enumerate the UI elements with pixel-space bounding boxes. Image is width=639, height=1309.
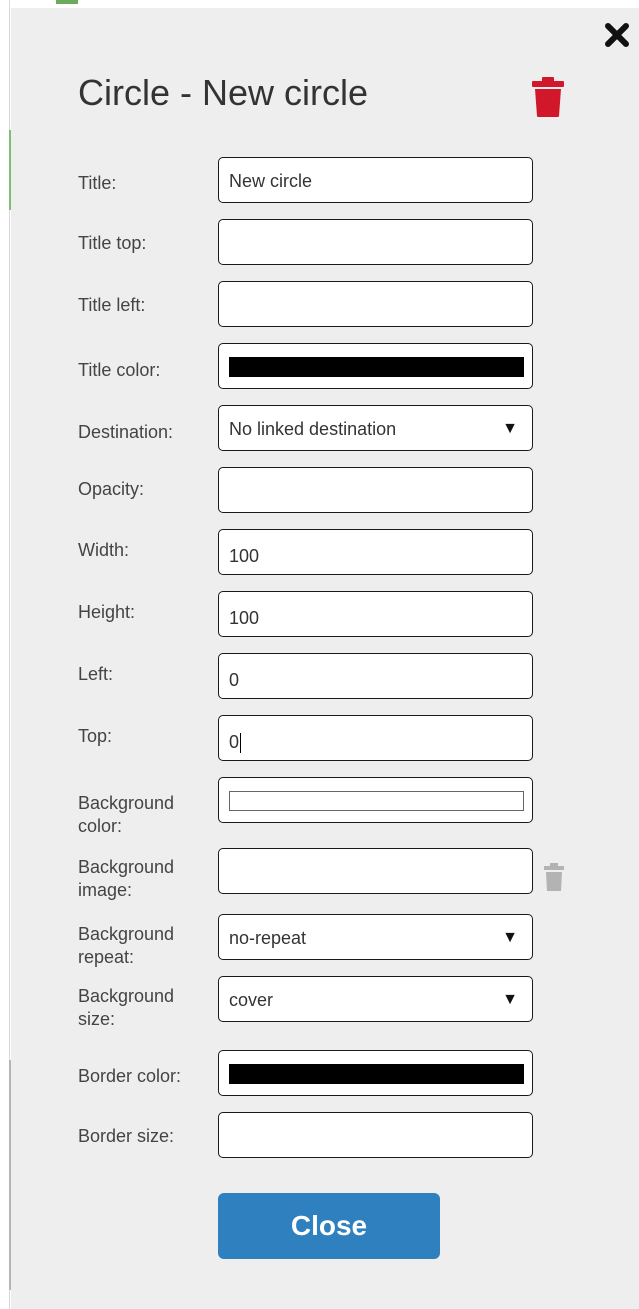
background-image-label: Background image: [78, 857, 175, 900]
top-input-value: 0 [229, 732, 240, 752]
top-input-value-wrap: 0 [229, 716, 242, 768]
clear-image-trash-icon[interactable] [544, 863, 564, 892]
background-color-picker[interactable] [218, 777, 533, 823]
title-color-swatch [229, 357, 524, 377]
title-input[interactable]: New circle [218, 157, 533, 203]
left-input[interactable]: 0 [218, 653, 533, 699]
width-input-value: 100 [229, 546, 260, 566]
background-color-label: Background color: [78, 793, 175, 836]
top-input[interactable]: 0 [218, 715, 533, 761]
background-size-select-value: cover [229, 990, 274, 1010]
title-input-value: New circle [229, 171, 313, 191]
border-size-label: Border size: [78, 1126, 175, 1146]
caret-down-icon: ▼ [502, 420, 518, 437]
background-element [56, 0, 78, 4]
background-repeat-select[interactable]: no-repeat ▼ [218, 914, 533, 960]
background-size-label: Background size: [78, 986, 175, 1029]
close-x-icon[interactable] [604, 22, 630, 48]
background-color-swatch [229, 791, 524, 811]
left-input-value: 0 [229, 670, 240, 690]
border-color-swatch [229, 1064, 524, 1084]
border-color-label: Border color: [78, 1066, 182, 1086]
close-button[interactable]: Close [218, 1193, 440, 1259]
title-top-label: Title top: [78, 233, 147, 253]
width-input[interactable]: 100 [218, 529, 533, 575]
circle-properties-dialog: Circle - New circle Title: New circle Ti… [11, 8, 639, 1309]
background-size-select[interactable]: cover ▼ [218, 976, 533, 1022]
title-top-input[interactable] [218, 219, 533, 265]
destination-label: Destination: [78, 422, 174, 442]
background-repeat-label: Background repeat: [78, 924, 175, 967]
border-color-picker[interactable] [218, 1050, 533, 1096]
height-label: Height: [78, 602, 136, 622]
title-label: Title: [78, 173, 117, 193]
caret-down-icon: ▼ [502, 929, 518, 946]
opacity-label: Opacity: [78, 479, 145, 499]
title-left-input[interactable] [218, 281, 533, 327]
destination-select[interactable]: No linked destination ▼ [218, 405, 533, 451]
title-color-label: Title color: [78, 360, 161, 380]
title-color-picker[interactable] [218, 343, 533, 389]
top-label: Top: [78, 726, 113, 746]
height-input[interactable]: 100 [218, 591, 533, 637]
title-left-label: Title left: [78, 295, 146, 315]
text-cursor [240, 733, 242, 754]
delete-trash-icon[interactable] [531, 76, 565, 118]
caret-down-icon: ▼ [502, 991, 518, 1008]
height-input-value: 100 [229, 608, 260, 628]
border-size-input[interactable] [218, 1112, 533, 1158]
background-repeat-select-value: no-repeat [229, 928, 307, 948]
background-image-input[interactable] [218, 848, 533, 894]
opacity-input[interactable] [218, 467, 533, 513]
dialog-title: Circle - New circle [78, 72, 369, 113]
destination-select-value: No linked destination [229, 419, 397, 439]
width-label: Width: [78, 540, 130, 560]
left-label: Left: [78, 664, 114, 684]
